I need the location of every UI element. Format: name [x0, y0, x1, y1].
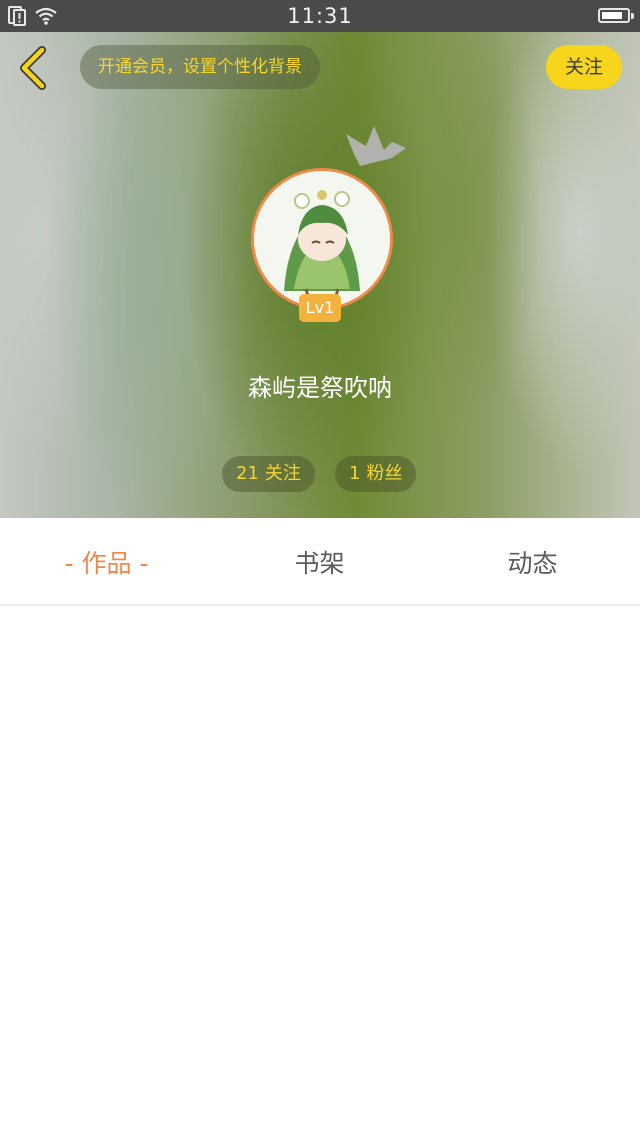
username: 森屿是祭吹呐: [248, 374, 392, 402]
tab-content-area: [0, 606, 640, 1138]
following-label: 关注: [264, 463, 301, 484]
profile-header: 开通会员，设置个性化背景 关注 Lv1 森屿是祭吹呐 21 关注 1 粉丝: [0, 32, 640, 518]
profile-tabs: - 作品 - 书架 动态: [0, 518, 640, 606]
back-button[interactable]: [14, 46, 54, 90]
avatar[interactable]: [251, 168, 393, 310]
active-indicator-right: -: [139, 549, 149, 578]
tab-activity-label: 动态: [507, 549, 558, 578]
profile-screen: 11:31 开通会员，设置个性化背景 关注 Lv1 森屿是祭吹呐 21 关注 1…: [0, 0, 640, 1138]
chevron-left-icon: [20, 46, 46, 90]
tab-bookshelf-label: 书架: [294, 549, 345, 578]
avatar-illustration: [254, 171, 390, 307]
fans-label: 粉丝: [366, 463, 403, 484]
status-bar: 11:31: [0, 0, 640, 32]
battery-level: [602, 12, 622, 19]
status-time: 11:31: [287, 4, 353, 28]
vip-background-banner[interactable]: 开通会员，设置个性化背景: [80, 45, 320, 89]
tab-works[interactable]: - 作品 -: [0, 518, 213, 604]
active-indicator-left: -: [64, 549, 74, 578]
fans-stat[interactable]: 1 粉丝: [335, 456, 417, 492]
level-badge: Lv1: [299, 294, 341, 322]
battery-icon: [598, 8, 634, 23]
follow-button[interactable]: 关注: [546, 45, 622, 89]
following-count: 21: [236, 463, 259, 484]
tab-bookshelf[interactable]: 书架: [213, 518, 426, 604]
following-stat[interactable]: 21 关注: [222, 456, 315, 492]
tab-works-label: 作品: [81, 549, 132, 578]
fans-count: 1: [349, 463, 361, 484]
tab-activity[interactable]: 动态: [426, 518, 639, 604]
